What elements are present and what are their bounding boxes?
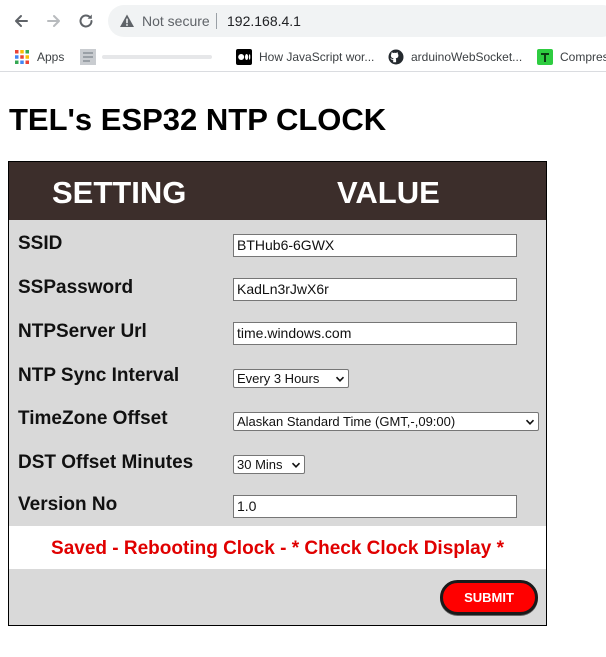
bookmark-arduino-websocket[interactable]: arduinoWebSocket...	[388, 49, 522, 65]
bookmark-compress[interactable]: Compres	[537, 49, 606, 65]
timezone-offset-select[interactable]: Alaskan Standard Time (GMT,-,09:00)	[233, 412, 539, 431]
warning-triangle-icon	[120, 14, 134, 27]
status-message: Saved - Rebooting Clock - * Check Clock …	[51, 538, 504, 559]
reload-icon	[79, 14, 93, 28]
compress-icon	[537, 49, 553, 65]
page-title: TEL's ESP32 NTP CLOCK	[9, 102, 387, 137]
url-text[interactable]: 192.168.4.1	[227, 13, 301, 29]
ntp-sync-interval-select[interactable]: Every 3 Hours	[233, 369, 349, 388]
bookmark-label: arduinoWebSocket...	[411, 50, 523, 64]
address-separator	[216, 13, 217, 29]
bookmark-label: How JavaScript wor...	[259, 50, 375, 64]
settings-table: SETTING VALUE SSID BTHub6-6GWX SSPasswor…	[8, 161, 547, 626]
chevron-down-icon	[291, 462, 301, 468]
bookmark-label: Compres	[560, 50, 606, 64]
timezone-offset-label: TimeZone Offset	[18, 408, 168, 429]
table-header: SETTING VALUE	[9, 162, 546, 220]
sspassword-label: SSPassword	[18, 277, 134, 298]
version-no-label: Version No	[18, 494, 118, 515]
back-arrow-icon	[15, 15, 28, 27]
dst-offset-minutes-label: DST Offset Minutes	[18, 452, 194, 473]
reload-button[interactable]	[76, 11, 96, 31]
dst-offset-minutes-select[interactable]: 30 Mins	[233, 455, 305, 474]
header-setting: SETTING	[52, 175, 187, 210]
version-no-input[interactable]: 1.0	[233, 495, 517, 518]
browser-toolbar: Not secure 192.168.4.1	[0, 0, 606, 42]
address-bar[interactable]: Not secure 192.168.4.1	[108, 5, 606, 37]
chevron-down-icon	[335, 376, 345, 382]
select-value: Every 3 Hours	[237, 371, 320, 386]
back-button[interactable]	[11, 11, 31, 31]
apps-grid-icon	[15, 50, 29, 64]
select-value: Alaskan Standard Time (GMT,-,09:00)	[237, 414, 456, 429]
ntpserver-url-input[interactable]: time.windows.com	[233, 322, 517, 345]
ntp-sync-interval-label: NTP Sync Interval	[18, 365, 180, 386]
select-value: 30 Mins	[237, 457, 283, 472]
forward-button[interactable]	[44, 11, 64, 31]
bookmark-apps[interactable]: Apps	[14, 49, 64, 65]
bookmark-untitled[interactable]	[80, 49, 220, 65]
medium-icon	[236, 49, 252, 65]
forward-arrow-icon	[47, 15, 60, 27]
page-thumbnail-icon	[80, 49, 212, 65]
chevron-down-icon	[525, 419, 535, 425]
ntpserver-url-label: NTPServer Url	[18, 321, 147, 342]
sspassword-input[interactable]: KadLn3rJwX6r	[233, 278, 517, 301]
github-icon	[388, 49, 404, 65]
header-value: VALUE	[337, 175, 440, 210]
ssid-label: SSID	[18, 233, 63, 254]
bookmark-label: Apps	[37, 50, 65, 64]
security-status[interactable]: Not secure	[142, 13, 210, 29]
submit-button[interactable]: SUBMIT	[440, 580, 538, 615]
bookmark-javascript[interactable]: How JavaScript wor...	[236, 49, 374, 65]
bookmarks-bar: Apps How JavaScript wor... arduinoWebSoc…	[0, 42, 606, 72]
ssid-input[interactable]: BTHub6-6GWX	[233, 234, 517, 257]
status-band: Saved - Rebooting Clock - * Check Clock …	[9, 526, 546, 569]
